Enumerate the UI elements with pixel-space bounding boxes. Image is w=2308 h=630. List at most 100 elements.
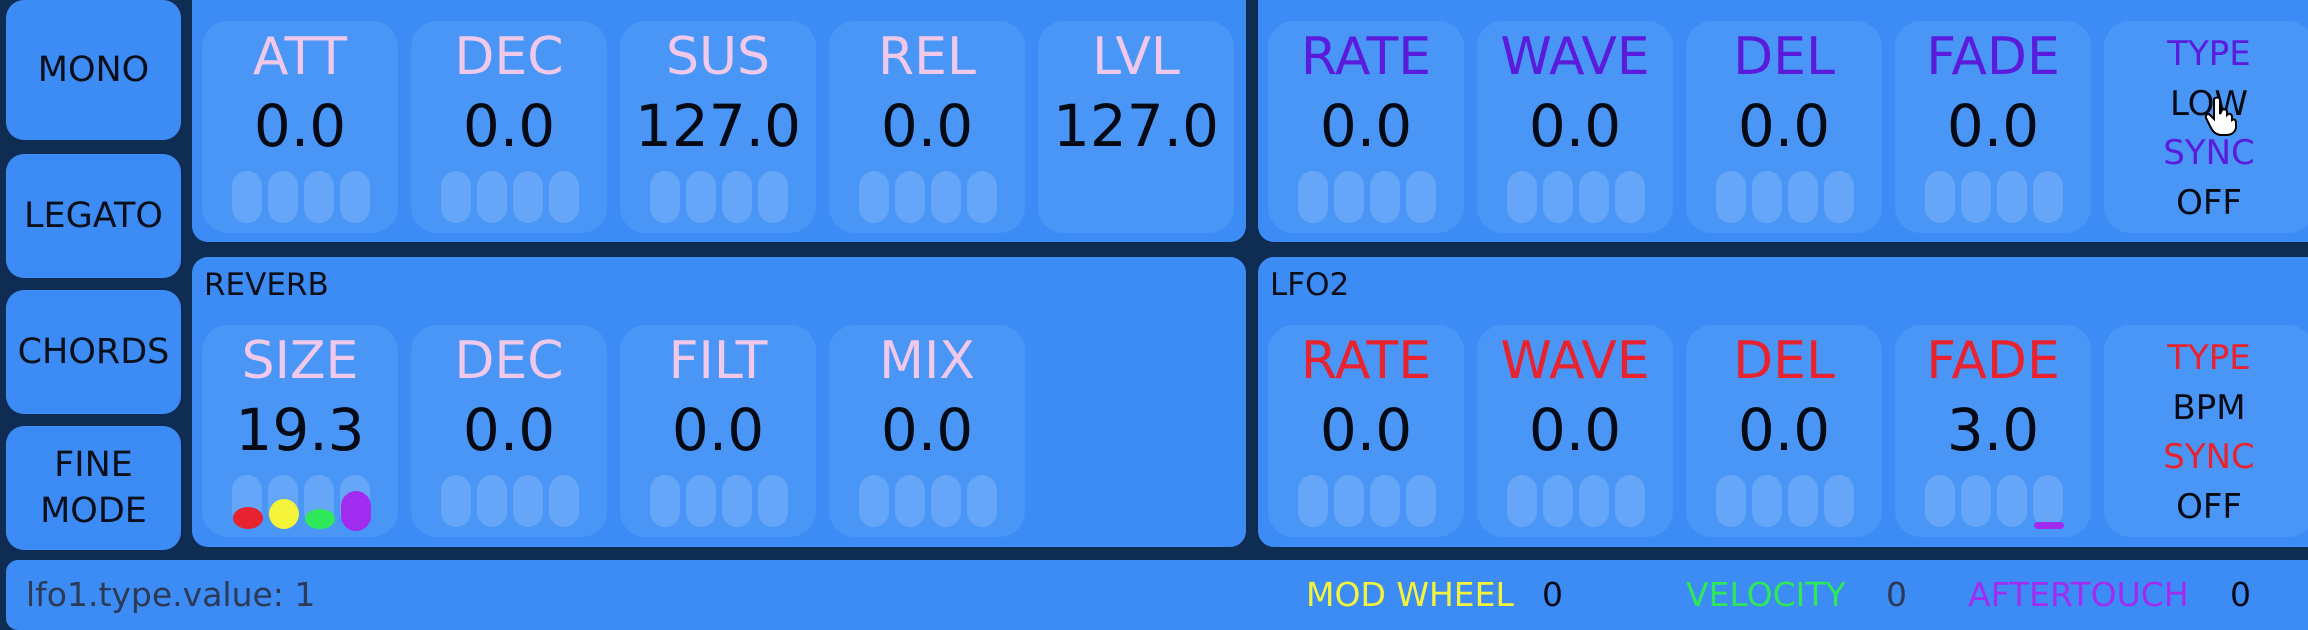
chords-button[interactable]: CHORDS: [6, 290, 181, 414]
size-value: 19.3: [235, 396, 365, 464]
mod-wheel-label: MOD WHEEL: [1306, 575, 1514, 614]
att-knob[interactable]: ATT 0.0: [202, 21, 398, 233]
lfo1-fade-knob[interactable]: FADE 0.0: [1895, 21, 2091, 233]
legato-button[interactable]: LEGATO: [6, 154, 181, 278]
lfo2-rate-label: RATE: [1300, 331, 1432, 391]
dec-value: 0.0: [462, 92, 556, 160]
velocity-label: VELOCITY: [1686, 575, 1846, 614]
lfo1-rate-value: 0.0: [1319, 92, 1413, 160]
size-knob[interactable]: SIZE 19.3: [202, 325, 398, 537]
reverb-dec-label: DEC: [454, 331, 564, 391]
lfo1-sync-label: SYNC: [2163, 133, 2255, 173]
lfo2-type-value[interactable]: BPM: [2104, 385, 2308, 431]
att-value: 0.0: [253, 92, 347, 160]
filt-value: 0.0: [671, 396, 765, 464]
lfo2-rate-bars: [1298, 475, 1438, 527]
dec-label: DEC: [454, 27, 564, 87]
lfo1-wave-bars: [1507, 171, 1647, 223]
lfo2-wave-value: 0.0: [1528, 396, 1622, 464]
filt-label: FILT: [668, 331, 768, 391]
lfo2-fade-value: 3.0: [1946, 396, 2040, 464]
lfo1-rate-knob[interactable]: RATE 0.0: [1268, 21, 1464, 233]
purple-indicator: [341, 491, 371, 531]
filt-knob[interactable]: FILT 0.0: [620, 325, 816, 537]
rel-level-bars: [859, 171, 999, 223]
lvl-knob[interactable]: LVL 127.0: [1038, 21, 1234, 233]
mono-button[interactable]: MONO: [6, 0, 181, 140]
red-indicator: [233, 507, 263, 529]
lfo2-del-knob[interactable]: DEL 0.0: [1686, 325, 1882, 537]
lfo1-del-bars: [1716, 171, 1856, 223]
fine-mode-label: FINE MODE: [40, 445, 147, 531]
lfo2-title: LFO2: [1270, 267, 1350, 303]
lfo1-del-value: 0.0: [1737, 92, 1831, 160]
lfo1-type-label: TYPE: [2167, 34, 2251, 74]
dec-level-bars: [441, 171, 581, 223]
size-label: SIZE: [241, 331, 359, 391]
sus-level-bars: [650, 171, 790, 223]
aftertouch-value: 0: [2230, 575, 2251, 614]
lfo2-fade-label: FADE: [1926, 331, 2060, 391]
lfo1-rate-label: RATE: [1300, 27, 1432, 87]
lfo2-del-bars: [1716, 475, 1856, 527]
mix-level-bars: [859, 475, 999, 527]
lfo2-type-sync-selector[interactable]: TYPE BPM SYNC OFF: [2104, 325, 2308, 537]
lfo2-wave-bars: [1507, 475, 1647, 527]
rel-value: 0.0: [880, 92, 974, 160]
lfo1-rate-bars: [1298, 171, 1438, 223]
lfo2-fade-bars: [1925, 475, 2065, 527]
status-bar: lfo1.type.value: 1 MOD WHEEL 0 VELOCITY …: [6, 560, 2308, 630]
lfo1-fade-bars: [1925, 171, 2065, 223]
lfo2-panel: LFO2 RATE 0.0 WAVE 0.0 DEL 0.0 FADE 3.0 …: [1258, 257, 2308, 547]
lfo1-panel: RATE 0.0 WAVE 0.0 DEL 0.0 FADE 0.0 TYPE …: [1258, 0, 2308, 242]
lfo2-del-label: DEL: [1733, 331, 1835, 391]
lvl-label: LVL: [1092, 27, 1180, 87]
green-indicator: [305, 509, 335, 529]
lfo1-wave-knob[interactable]: WAVE 0.0: [1477, 21, 1673, 233]
lfo2-type-label: TYPE: [2167, 338, 2251, 378]
sus-value: 127.0: [634, 92, 802, 160]
mod-wheel-value: 0: [1542, 575, 1563, 614]
att-level-bars: [232, 171, 372, 223]
lfo1-wave-label: WAVE: [1500, 27, 1650, 87]
velocity-value: 0: [1886, 575, 1907, 614]
reverb-title: REVERB: [204, 267, 329, 303]
legato-label: LEGATO: [24, 196, 163, 236]
lfo1-fade-label: FADE: [1926, 27, 2060, 87]
lfo2-fade-knob[interactable]: FADE 3.0: [1895, 325, 2091, 537]
lfo2-wave-knob[interactable]: WAVE 0.0: [1477, 325, 1673, 537]
mix-value: 0.0: [880, 396, 974, 464]
lfo2-sync-value[interactable]: OFF: [2104, 484, 2308, 530]
lfo1-type-sync-selector[interactable]: TYPE LOW SYNC OFF: [2104, 21, 2308, 233]
fine-mode-button[interactable]: FINE MODE: [6, 426, 181, 550]
reverb-panel: REVERB SIZE 19.3 DEC 0.0 FILT 0.0 MIX 0.…: [192, 257, 1246, 547]
lfo1-fade-value: 0.0: [1946, 92, 2040, 160]
mix-knob[interactable]: MIX 0.0: [829, 325, 1025, 537]
debug-text: lfo1.type.value: 1: [26, 575, 316, 614]
lfo1-sync-value[interactable]: OFF: [2104, 180, 2308, 226]
lfo2-sync-label: SYNC: [2163, 437, 2255, 477]
envelope-panel: ATT 0.0 DEC 0.0 SUS 127.0 REL 0.0 LVL 12…: [192, 0, 1246, 242]
lfo2-del-value: 0.0: [1737, 396, 1831, 464]
rel-label: REL: [878, 27, 976, 87]
sus-knob[interactable]: SUS 127.0: [620, 21, 816, 233]
dec-knob[interactable]: DEC 0.0: [411, 21, 607, 233]
reverb-dec-bars: [441, 475, 581, 527]
lfo2-wave-label: WAVE: [1500, 331, 1650, 391]
chords-label: CHORDS: [17, 332, 170, 372]
filt-level-bars: [650, 475, 790, 527]
reverb-dec-knob[interactable]: DEC 0.0: [411, 325, 607, 537]
lfo1-wave-value: 0.0: [1528, 92, 1622, 160]
lvl-value: 127.0: [1052, 92, 1220, 160]
lfo1-del-label: DEL: [1733, 27, 1835, 87]
aftertouch-label: AFTERTOUCH: [1968, 575, 2189, 614]
att-label: ATT: [252, 27, 348, 87]
lfo1-del-knob[interactable]: DEL 0.0: [1686, 21, 1882, 233]
lfo2-rate-value: 0.0: [1319, 396, 1413, 464]
rel-knob[interactable]: REL 0.0: [829, 21, 1025, 233]
reverb-dec-value: 0.0: [462, 396, 556, 464]
mix-label: MIX: [879, 331, 975, 391]
sus-label: SUS: [665, 27, 771, 87]
lfo2-rate-knob[interactable]: RATE 0.0: [1268, 325, 1464, 537]
mono-label: MONO: [37, 50, 150, 90]
